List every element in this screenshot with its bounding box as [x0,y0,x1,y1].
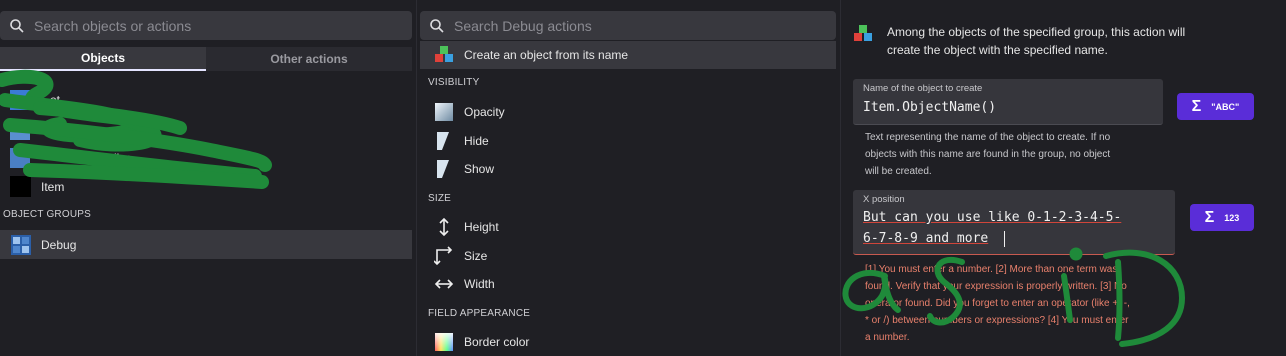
help-line: will be created. [865,166,932,177]
action-label: Height [464,220,499,234]
action-label: Hide [464,134,489,148]
vertical-arrows-icon [439,217,449,237]
error-line: [1] You must enter a number. [2] More th… [865,264,1118,275]
field-label: X position [863,194,905,205]
object-tabs: Objects Other actions [0,47,412,71]
search-icon [10,18,24,33]
description-line: Among the objects of the specified group… [887,25,1186,39]
error-line: found. Verify that your expression is pr… [865,281,1127,292]
sigma-icon: Σ [1191,97,1202,115]
error-line: operator found. Did you forget to enter … [865,298,1130,309]
object-list-item[interactable]: ...ot [10,90,60,110]
search-icon [430,18,444,33]
sigma-icon: Σ [1204,208,1215,226]
section-header-field-appearance: FIELD APPEARANCE [428,308,531,319]
field-value: Item.ObjectName() [863,100,997,115]
object-list-item[interactable]: ...dbu... [10,148,140,168]
action-border-color[interactable]: Border color [434,332,529,352]
button-label: 123 [1224,212,1240,223]
help-line: Text representing the name of the object… [865,132,1111,143]
text-cursor [1004,231,1005,247]
string-expression-button[interactable]: Σ "ABC" [1177,93,1254,120]
resize-corner-icon [434,246,453,266]
action-label: Create an object from its name [464,48,629,62]
search-placeholder: Search Debug actions [454,17,592,34]
section-header-size: SIZE [428,193,452,204]
expression-error-text: [1] You must enter a number. [2] More th… [865,261,1175,346]
tab-other-actions[interactable]: Other actions [206,47,412,71]
action-label: Size [464,249,488,263]
object-thumbnail-icon [10,176,31,197]
actions-panel: Search Debug actions Create an object fr… [416,0,838,356]
action-label: Show [464,162,495,176]
action-size[interactable]: Size [434,246,487,266]
section-header-visibility: VISIBILITY [428,77,480,88]
action-hide[interactable]: Hide [434,131,489,151]
object-groups-header: OBJECT GROUPS [3,209,91,220]
object-group-icon [11,234,31,255]
description-line: create the object with the specified nam… [887,43,1108,57]
error-line: * or /) between numbers or expressions? … [865,315,1129,326]
field-help-text: Text representing the name of the object… [865,129,1165,180]
error-line: a number. [865,332,910,343]
action-height[interactable]: Height [434,217,499,237]
objects-panel: Search objects or actions Objects Other … [0,0,414,356]
action-show[interactable]: Show [434,159,494,179]
field-label: Name of the object to create [863,83,983,94]
button-label: "ABC" [1211,101,1240,112]
object-label: Item [41,179,65,194]
horizontal-arrows-icon [434,279,454,289]
object-name-field[interactable]: Name of the object to create Item.Object… [853,79,1163,125]
object-label: ...ut [40,123,61,137]
app-window: Search objects or actions Objects Other … [0,0,1286,356]
object-thumbnail-icon [10,120,30,140]
object-list-item-item[interactable]: Item [10,176,64,197]
object-thumbnail-icon [10,90,30,110]
hide-icon [437,132,449,150]
action-label: Opacity [464,105,505,119]
number-expression-button[interactable]: Σ 123 [1190,204,1254,231]
field-value-line: 6-7-8-9 and more [863,231,989,246]
action-opacity[interactable]: Opacity [434,102,505,122]
search-placeholder: Search objects or actions [34,17,192,34]
action-create-object-by-name[interactable]: Create an object from its name [420,41,836,69]
create-object-icon [854,25,872,41]
action-label: Border color [464,335,530,349]
show-icon [437,160,449,178]
group-label: Debug [41,237,77,252]
object-label: ...dbu... [100,151,141,165]
actions-search-input[interactable]: Search Debug actions [420,11,836,40]
help-line: objects with this name are found in the … [865,149,1111,160]
field-value-line: But can you use like 0-1-2-3-4-5- [863,210,1122,225]
object-label: ...ot [40,93,61,107]
action-description: Among the objects of the specified group… [887,23,1247,59]
create-object-icon [435,46,453,62]
tab-objects[interactable]: Objects [0,47,206,71]
action-label: Width [464,277,495,291]
color-palette-icon [435,333,453,351]
opacity-icon [435,103,453,121]
object-list-item[interactable]: ...ut [10,120,60,140]
action-width[interactable]: Width [434,274,495,294]
x-position-field[interactable]: X position But can you use like 0-1-2-3-… [853,190,1175,255]
object-thumbnail-icon [10,148,30,168]
objects-search-input[interactable]: Search objects or actions [0,11,412,40]
group-item-debug[interactable]: Debug [0,230,412,259]
